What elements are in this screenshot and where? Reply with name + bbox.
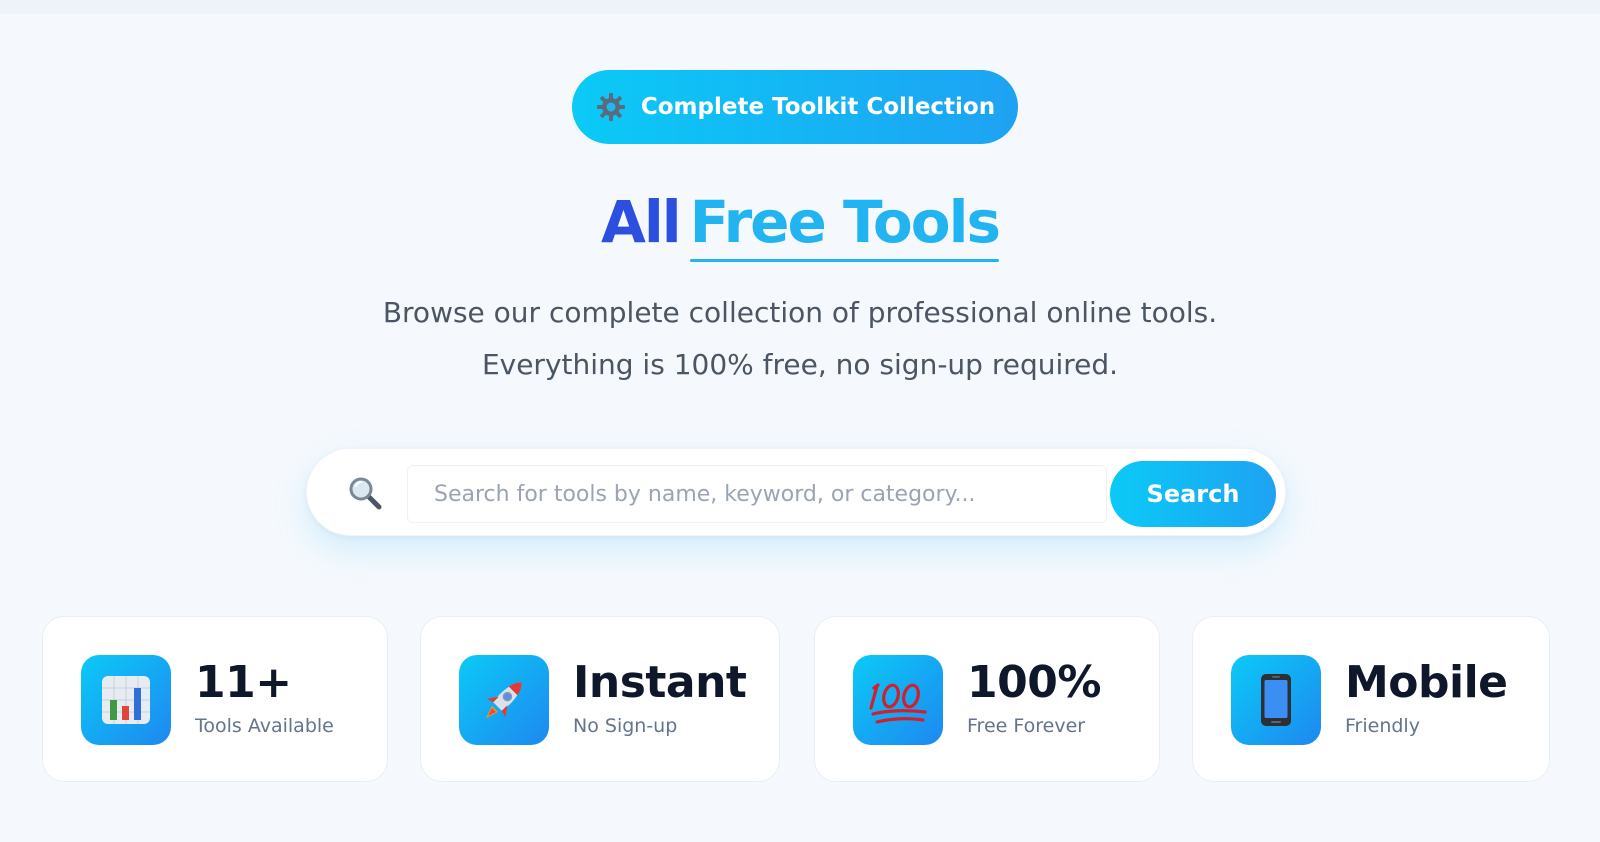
subtitle-line-1: Browse our complete collection of profes… bbox=[382, 296, 1218, 329]
stat-card-instant: Instant No Sign-up bbox=[420, 616, 780, 782]
stat-label: No Sign-up bbox=[573, 715, 678, 737]
badge-label: Complete Toolkit Collection bbox=[640, 94, 996, 120]
page-title: All Free Tools bbox=[0, 188, 1600, 262]
stat-card-mobile-friendly: Mobile Friendly bbox=[1192, 616, 1550, 782]
rocket-icon bbox=[459, 655, 549, 745]
stat-value: 100% bbox=[967, 657, 1101, 708]
hundred-icon bbox=[853, 655, 943, 745]
stat-label: Free Forever bbox=[967, 715, 1086, 737]
subtitle-line-2: Everything is 100% free, no sign-up requ… bbox=[481, 348, 1119, 381]
stat-label: Friendly bbox=[1345, 715, 1420, 737]
stat-card-tools-available: 11+ Tools Available bbox=[42, 616, 388, 782]
search-bar: Search bbox=[306, 448, 1286, 536]
toolkit-collection-badge: Complete Toolkit Collection bbox=[572, 70, 1018, 144]
search-button[interactable]: Search bbox=[1110, 461, 1276, 527]
stat-card-free-forever: 100% Free Forever bbox=[814, 616, 1160, 782]
gear-icon bbox=[595, 91, 627, 123]
stat-value: Instant bbox=[573, 657, 747, 708]
title-part-free-tools: Free Tools bbox=[689, 188, 1001, 262]
bar-chart-icon bbox=[81, 655, 171, 745]
mobile-phone-icon bbox=[1231, 655, 1321, 745]
top-strip bbox=[0, 0, 1600, 14]
page-subtitle: Browse our complete collection of profes… bbox=[0, 287, 1600, 391]
stat-value: Mobile bbox=[1345, 657, 1508, 708]
search-input[interactable] bbox=[407, 465, 1107, 523]
stat-label: Tools Available bbox=[195, 715, 334, 737]
stat-value: 11+ bbox=[195, 657, 292, 708]
title-part-all: All bbox=[601, 188, 682, 256]
search-icon bbox=[347, 475, 383, 511]
